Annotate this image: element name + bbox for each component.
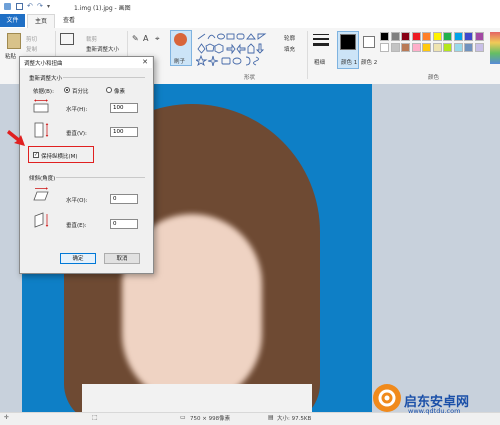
size-line-3 <box>313 43 329 46</box>
palette-swatch[interactable] <box>432 32 442 41</box>
palette-swatch[interactable] <box>411 32 421 41</box>
skew-horizontal-label: 水平(O): <box>66 198 88 204</box>
vertical-resize-icon <box>34 122 49 138</box>
percent-radio[interactable] <box>64 87 70 93</box>
horizontal-resize-icon <box>33 99 49 113</box>
annotation-highlight-box <box>28 146 94 163</box>
selection-size-icon: ⬚ <box>92 414 98 421</box>
section-divider <box>56 177 145 178</box>
select-icon[interactable] <box>60 33 74 45</box>
pixels-label[interactable]: 像素 <box>114 87 125 95</box>
watermark-logo <box>373 384 401 412</box>
size-line-2 <box>313 38 329 40</box>
skew-vertical-icon <box>34 212 49 228</box>
paste-label[interactable]: 粘贴 <box>5 52 16 60</box>
pencil-icon[interactable]: ✎ <box>132 34 139 43</box>
close-icon[interactable]: ✕ <box>139 57 151 68</box>
color-picker-icon[interactable]: ⌖ <box>155 34 160 44</box>
palette-swatch[interactable] <box>474 43 484 52</box>
undo-icon[interactable]: ↶ <box>27 3 34 10</box>
palette-swatch[interactable] <box>401 32 410 41</box>
window-title: 1.img (1).jpg - 画图 <box>74 5 131 12</box>
save-icon[interactable] <box>16 3 23 10</box>
skew-vertical-label: 垂直(E): <box>66 223 87 229</box>
percent-label[interactable]: 百分比 <box>72 87 89 95</box>
skew-vertical-input[interactable] <box>110 219 138 229</box>
palette-swatch[interactable] <box>380 32 389 41</box>
palette-swatch[interactable] <box>432 43 442 52</box>
pixels-radio[interactable] <box>106 87 112 93</box>
palette-swatch[interactable] <box>453 43 463 52</box>
shapes-gallery[interactable] <box>196 32 268 66</box>
fill-button[interactable]: 填充 <box>284 45 295 53</box>
palette-swatch[interactable] <box>443 43 452 52</box>
vertical-label: 垂直(V): <box>66 131 87 137</box>
palette-swatch[interactable] <box>464 32 473 41</box>
vertical-percent-input[interactable] <box>110 127 138 137</box>
skew-horizontal-input[interactable] <box>110 194 138 204</box>
brush-icon <box>174 33 187 46</box>
paint-app-icon <box>4 3 11 10</box>
annotation-arrow-icon <box>7 130 25 146</box>
crop-button[interactable]: 裁剪 <box>86 35 97 43</box>
skew-horizontal-icon <box>33 187 49 201</box>
cut-button[interactable]: 剪切 <box>26 35 37 43</box>
copy-button[interactable]: 复制 <box>26 45 37 53</box>
resize-button[interactable]: 重新调整大小 <box>86 45 119 53</box>
file-size-icon: ▤ <box>268 414 274 421</box>
image-dimensions: 750 × 998像素 <box>190 416 231 422</box>
size-line-1 <box>313 34 329 35</box>
by-label: 依据(B): <box>33 89 54 95</box>
photo-shirt <box>82 384 312 412</box>
brushes-label: 刷子 <box>174 59 186 65</box>
palette-swatch[interactable] <box>474 32 484 41</box>
palette-swatch[interactable] <box>422 43 431 52</box>
redo-icon[interactable]: ↷ <box>37 3 44 10</box>
file-size: 大小: 97.5KB <box>277 416 312 422</box>
colors-group-label: 颜色 <box>428 75 440 81</box>
palette-swatch[interactable] <box>380 43 389 52</box>
palette-swatch[interactable] <box>453 32 463 41</box>
palette-swatch[interactable] <box>443 32 452 41</box>
cancel-button[interactable]: 取消 <box>104 253 140 264</box>
section-divider <box>63 77 145 78</box>
palette-swatch[interactable] <box>390 32 400 41</box>
tab-file[interactable]: 文件 <box>0 14 25 27</box>
palette-swatch[interactable] <box>464 43 473 52</box>
palette-swatch[interactable] <box>422 32 431 41</box>
paste-icon[interactable] <box>7 33 21 49</box>
horizontal-percent-input[interactable] <box>110 103 138 113</box>
horizontal-label: 水平(H): <box>66 107 88 113</box>
tab-home[interactable]: 主页 <box>27 14 55 28</box>
outline-button[interactable]: 轮廓 <box>284 34 295 42</box>
color1-label: 颜色 1 <box>341 60 358 66</box>
dialog-title: 调整大小和扭曲 <box>24 61 63 67</box>
tab-view[interactable]: 查看 <box>56 14 82 27</box>
color2-label: 颜色 2 <box>361 60 378 66</box>
size-button[interactable]: 粗细 <box>314 58 325 66</box>
palette-swatch[interactable] <box>411 43 421 52</box>
image-size-icon: ▭ <box>180 414 186 421</box>
color-palette <box>380 32 488 54</box>
watermark-url: www.qdtdu.com <box>408 407 461 415</box>
edit-colors-icon[interactable] <box>490 32 500 64</box>
text-tool-icon[interactable]: A <box>143 34 148 43</box>
palette-swatch[interactable] <box>401 43 410 52</box>
color1-swatch <box>340 34 356 50</box>
color2-swatch[interactable] <box>363 36 375 48</box>
ribbon-separator <box>307 31 308 79</box>
quick-access-dropdown-icon[interactable]: ▾ <box>47 3 54 10</box>
shapes-group-label: 形状 <box>244 75 256 81</box>
resize-section-label: 重新调整大小 <box>29 76 63 82</box>
ok-button[interactable]: 确定 <box>60 253 96 264</box>
palette-swatch[interactable] <box>390 43 400 52</box>
skew-section-label: 倾斜(角度) <box>29 176 56 182</box>
cursor-position-icon: ✛ <box>4 414 10 421</box>
